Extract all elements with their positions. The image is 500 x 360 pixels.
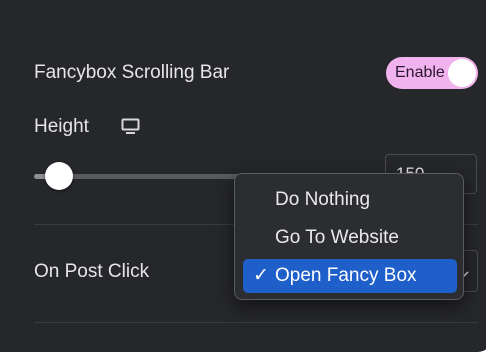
option-label: Do Nothing — [275, 189, 371, 210]
toggle-knob — [448, 59, 476, 87]
enable-toggle[interactable]: Enable — [386, 57, 478, 89]
option-label: Go To Website — [275, 227, 399, 248]
settings-panel: Fancybox Scrolling Bar Enable Height On … — [0, 0, 492, 352]
height-slider-thumb[interactable] — [45, 162, 73, 190]
option-go-to-website[interactable]: Go To Website — [243, 221, 457, 255]
height-label: Height — [34, 116, 89, 137]
window-edge — [486, 0, 500, 360]
divider — [34, 322, 478, 323]
on-post-click-label: On Post Click — [34, 261, 150, 282]
option-do-nothing[interactable]: Do Nothing — [243, 183, 457, 217]
enable-toggle-label: Enable — [395, 64, 445, 81]
checkmark-icon: ✓ — [253, 265, 269, 286]
option-label: Open Fancy Box — [275, 265, 417, 286]
option-open-fancy-box[interactable]: ✓ Open Fancy Box — [243, 259, 457, 293]
fancybox-scrolling-bar-label: Fancybox Scrolling Bar — [34, 62, 230, 83]
post-click-dropdown-menu: Do Nothing Go To Website ✓ Open Fancy Bo… — [234, 173, 464, 300]
desktop-monitor-icon[interactable] — [121, 118, 140, 135]
